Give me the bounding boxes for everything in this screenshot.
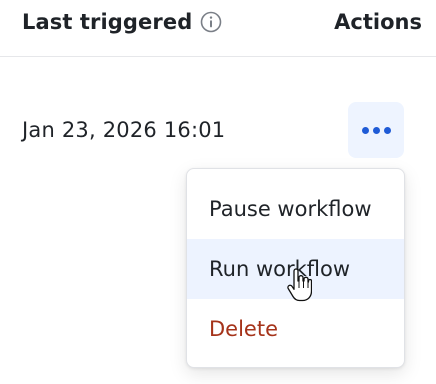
last-triggered-value: Jan 23, 2026 16:01: [22, 118, 226, 142]
info-icon[interactable]: [200, 11, 222, 33]
menu-item-run-workflow[interactable]: Run workflow: [187, 239, 404, 299]
actions-heading: Actions: [334, 10, 422, 34]
menu-item-delete[interactable]: Delete: [187, 299, 404, 359]
dot: [361, 126, 369, 134]
actions-dropdown-menu: Pause workflow Run workflow Delete: [186, 168, 405, 368]
table-header: Last triggered Actions: [0, 0, 436, 57]
more-horizontal-icon: [361, 126, 391, 134]
workflow-table: Last triggered Actions Jan 23, 2026 16:0…: [0, 0, 436, 384]
dot: [383, 126, 391, 134]
more-actions-button[interactable]: [348, 102, 404, 158]
dot: [372, 126, 380, 134]
last-triggered-heading: Last triggered: [22, 10, 193, 34]
last-triggered-column-header: Last triggered: [22, 10, 222, 34]
menu-item-pause-workflow[interactable]: Pause workflow: [187, 179, 404, 239]
